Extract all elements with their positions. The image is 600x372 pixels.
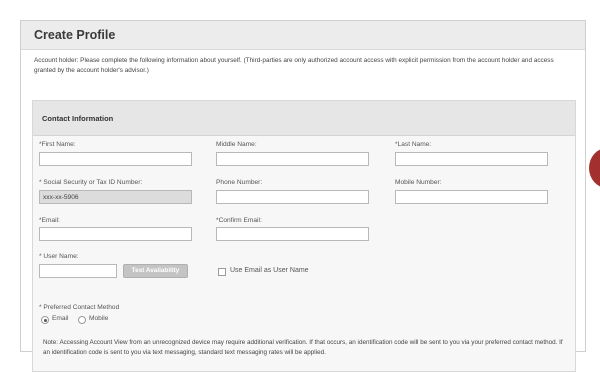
intro-text: Account holder: Please complete the foll… <box>34 57 554 74</box>
middle-name-label: Middle Name: <box>216 141 257 148</box>
contact-information-section: Contact Information *First Name: Middle … <box>32 100 576 372</box>
use-email-label: Use Email as User Name <box>230 267 309 274</box>
phone-input[interactable] <box>216 190 369 204</box>
preferred-contact-label: * Preferred Contact Method <box>39 304 120 311</box>
red-circle-decoration <box>589 148 600 188</box>
mobile-label: Mobile Number: <box>395 179 442 186</box>
user-name-label: * User Name: <box>39 253 79 260</box>
confirm-email-label: *Confirm Email: <box>216 217 262 224</box>
panel-header: Create Profile <box>21 21 585 50</box>
first-name-input[interactable] <box>39 152 192 166</box>
contact-mobile-radio[interactable] <box>78 316 86 324</box>
page-title: Create Profile <box>34 28 116 42</box>
contact-email-radio[interactable] <box>41 316 49 324</box>
ssn-label: * Social Security or Tax ID Number: <box>39 179 143 186</box>
create-profile-panel: Create Profile Account holder: Please co… <box>20 20 586 372</box>
test-availability-button[interactable]: Test Availability <box>123 264 188 278</box>
section-header: Contact Information <box>33 101 575 136</box>
last-name-label: *Last Name: <box>395 141 432 148</box>
user-name-input[interactable] <box>39 264 117 278</box>
ssn-input: xxx-xx-5906 <box>39 190 192 204</box>
email-label: *Email: <box>39 217 60 224</box>
mobile-input[interactable] <box>395 190 548 204</box>
contact-email-label: Email <box>52 315 69 322</box>
use-email-checkbox[interactable] <box>218 268 226 276</box>
phone-label: Phone Number: <box>216 179 263 186</box>
first-name-label: *First Name: <box>39 141 76 148</box>
last-name-input[interactable] <box>395 152 548 166</box>
middle-name-input[interactable] <box>216 152 369 166</box>
section-title: Contact Information <box>42 114 114 123</box>
contact-mobile-label: Mobile <box>89 315 109 322</box>
email-input[interactable] <box>39 227 192 241</box>
verification-note: Note: Accessing Account View from an unr… <box>43 339 563 356</box>
confirm-email-input[interactable] <box>216 227 369 241</box>
